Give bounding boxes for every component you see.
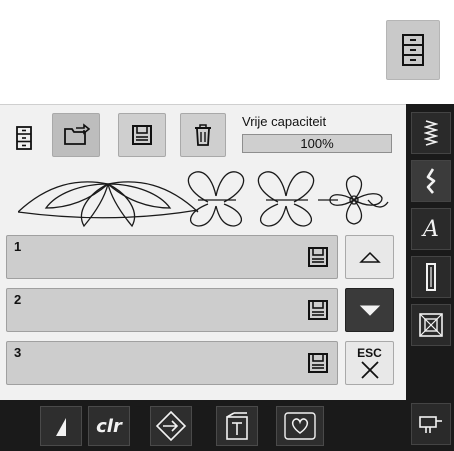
- esc-label: ESC: [357, 346, 382, 360]
- setup-program-icon: [419, 416, 442, 433]
- favorite-icon: [284, 412, 316, 440]
- stitch-direction-icon: [155, 410, 187, 442]
- save-icon: [308, 300, 328, 320]
- file-cabinet-icon: [402, 34, 424, 66]
- capacity-value: 100%: [300, 136, 334, 151]
- delete-button[interactable]: [180, 113, 226, 157]
- memory-cabinet-button[interactable]: [386, 20, 440, 80]
- save-icon: [308, 247, 328, 267]
- decorative-stitch-icon: [426, 168, 436, 194]
- down-arrow-icon: [359, 305, 380, 316]
- scroll-down-button[interactable]: [345, 288, 394, 332]
- file-cabinet-icon: [8, 120, 40, 156]
- setup-program-button[interactable]: [411, 403, 451, 445]
- memory-tab-button[interactable]: [216, 406, 258, 446]
- memory-slot-2[interactable]: 2: [6, 288, 338, 332]
- capacity-label: Vrije capaciteit: [242, 114, 327, 129]
- decorative-stitches-button[interactable]: [411, 160, 451, 202]
- quilt-stitch-icon: [419, 313, 443, 337]
- open-folder-button[interactable]: [52, 113, 100, 157]
- needle-stop-icon: [56, 418, 66, 436]
- alphabet-icon: A: [423, 216, 439, 242]
- memory-tab-icon: [226, 412, 248, 440]
- trash-icon: [195, 124, 211, 146]
- save-button[interactable]: [118, 113, 166, 157]
- up-arrow-icon: [358, 251, 381, 263]
- scroll-up-button[interactable]: [345, 235, 394, 279]
- open-folder-icon: [64, 123, 90, 145]
- slot-number: 1: [14, 239, 22, 254]
- memory-slot-1[interactable]: 1: [6, 235, 338, 279]
- quilt-stitches-button[interactable]: [411, 304, 451, 346]
- slot-number: 2: [14, 292, 22, 307]
- zigzag-stitch-icon: [424, 120, 438, 146]
- practical-stitches-button[interactable]: [411, 112, 451, 154]
- alphabets-button[interactable]: A: [411, 208, 451, 250]
- esc-button[interactable]: ESC: [345, 341, 394, 385]
- memory-slot-3[interactable]: 3: [6, 341, 338, 385]
- save-icon: [308, 353, 328, 373]
- clear-icon: clr: [96, 415, 122, 437]
- capacity-bar: 100%: [242, 134, 392, 153]
- slot-number: 3: [14, 345, 22, 360]
- embroidery-pattern-preview: [18, 171, 389, 228]
- favorite-button[interactable]: [276, 406, 324, 446]
- needle-stop-button[interactable]: [40, 406, 82, 446]
- sewing-machine-screen: Vrije capaciteit 100% 1 2 3 ESC A clr: [0, 0, 454, 451]
- stitch-direction-button[interactable]: [150, 406, 192, 446]
- buttonhole-icon: [426, 263, 436, 291]
- buttonholes-button[interactable]: [411, 256, 451, 298]
- save-icon: [132, 125, 152, 145]
- clear-button[interactable]: clr: [88, 406, 130, 446]
- close-icon: [360, 361, 379, 379]
